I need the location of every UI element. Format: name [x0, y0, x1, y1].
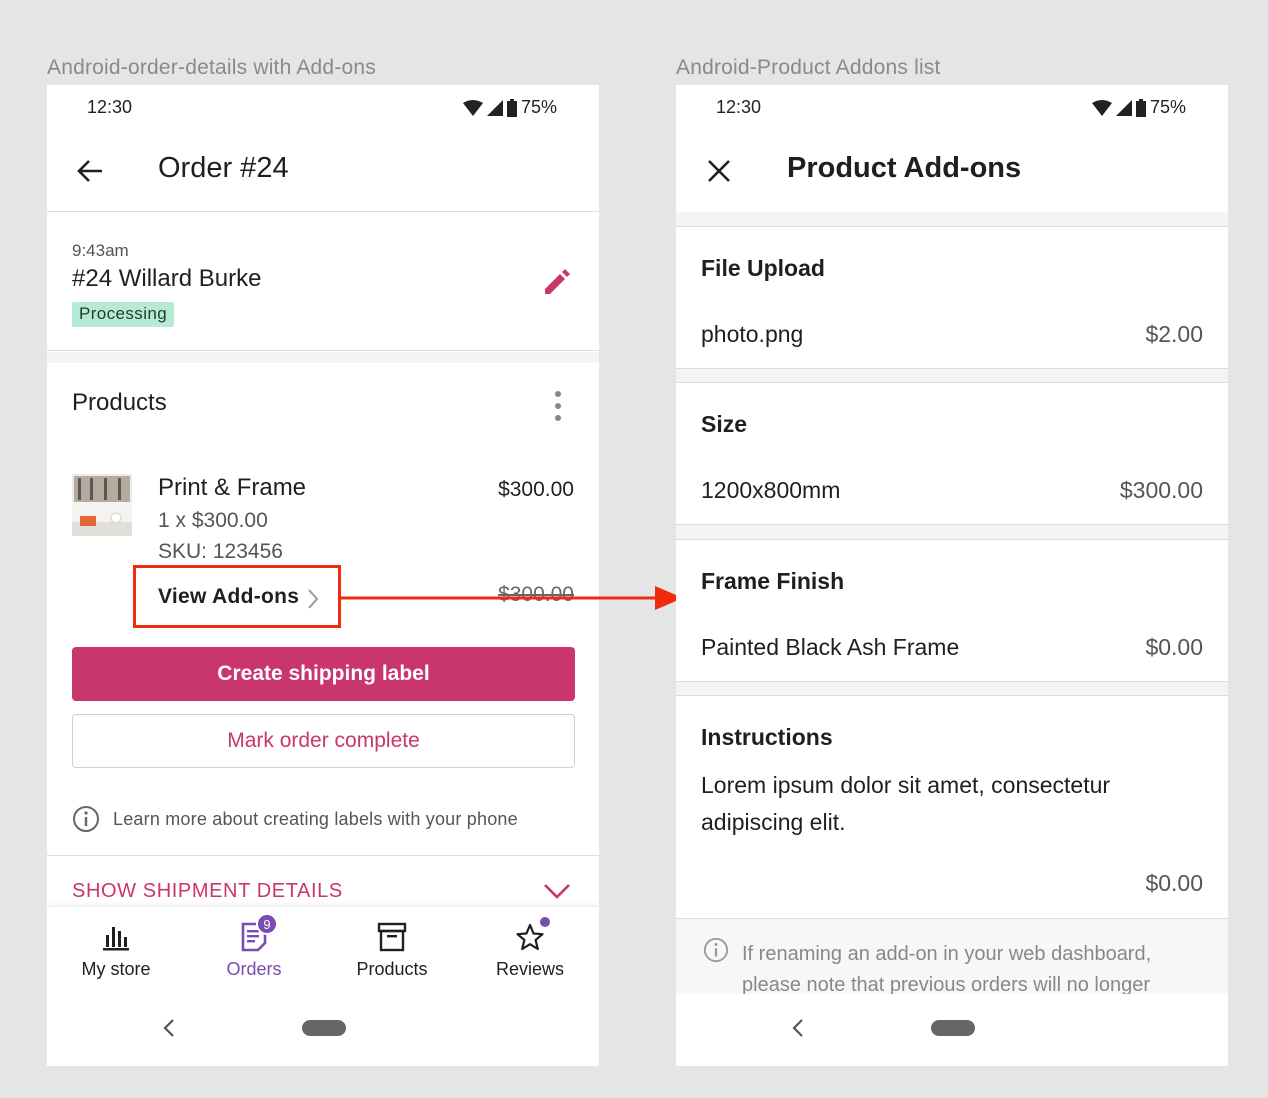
product-name: Print & Frame	[158, 474, 307, 501]
battery-icon	[506, 98, 517, 117]
app-bar: Order #24	[47, 130, 599, 212]
product-total: $300.00	[498, 478, 574, 501]
system-navigation	[676, 994, 1228, 1066]
nav-label: Orders	[226, 959, 282, 979]
signal-icon	[1115, 99, 1132, 116]
create-shipping-label-button[interactable]: Create shipping label	[72, 647, 575, 701]
nav-label: Products	[356, 959, 428, 979]
wifi-icon	[462, 99, 483, 116]
show-shipment-details-label: SHOW SHIPMENT DETAILS	[72, 880, 343, 902]
more-vertical-icon[interactable]	[553, 390, 563, 422]
bottom-navigation: My store 9 Orders Products Reviews	[47, 907, 599, 995]
product-thumbnail	[72, 474, 132, 536]
wifi-icon	[1091, 99, 1112, 116]
nav-label: Reviews	[495, 959, 565, 979]
battery-percent: 75%	[520, 97, 557, 117]
status-badge: Processing	[72, 302, 175, 327]
order-header: 9:43am #24 Willard Burke Processing	[47, 213, 599, 351]
unread-dot	[540, 917, 550, 927]
orders-badge: 9	[256, 913, 278, 935]
addon-name: Size	[701, 411, 748, 437]
status-time: 12:30	[87, 97, 133, 117]
addon-value: photo.png	[701, 321, 804, 347]
nav-products[interactable]: Products	[323, 921, 461, 980]
app-bar: Product Add-ons	[676, 130, 1228, 212]
system-back-icon[interactable]	[162, 1018, 176, 1038]
bar-chart-icon	[103, 927, 129, 951]
rename-notice: If renaming an add-on in your web dashbo…	[676, 919, 1228, 996]
info-icon	[73, 806, 99, 832]
reviews-icon-wrap	[514, 917, 550, 953]
view-addons-label: View Add-ons	[158, 585, 300, 608]
battery-icon	[1135, 98, 1146, 117]
addon-card-frame-finish: Frame Finish Painted Black Ash Frame $0.…	[676, 539, 1228, 682]
product-quantity: 1 x $300.00	[158, 509, 268, 532]
products-section-title: Products	[72, 389, 167, 416]
show-shipment-details-row[interactable]: SHOW SHIPMENT DETAILS	[47, 855, 599, 915]
system-back-icon[interactable]	[791, 1018, 805, 1038]
product-addons-screen: 12:30 75% Product Add-ons File Upload ph…	[676, 85, 1228, 1066]
info-icon	[703, 937, 729, 963]
arrow-connector	[338, 586, 683, 610]
home-pill[interactable]	[302, 1020, 346, 1036]
addon-name: File Upload	[701, 255, 825, 281]
addon-price: $0.00	[1145, 634, 1203, 660]
addon-card-size: Size 1200x800mm $300.00	[676, 382, 1228, 525]
chevron-down-icon	[544, 884, 570, 899]
order-time: 9:43am	[72, 241, 129, 260]
addon-price: $0.00	[1145, 870, 1203, 896]
orders-icon-wrap: 9	[238, 913, 278, 953]
back-arrow-icon[interactable]	[75, 156, 105, 186]
addon-value: Lorem ipsum dolor sit amet, consectetur …	[701, 772, 1111, 835]
nav-my-store[interactable]: My store	[47, 921, 185, 980]
page-title: Product Add-ons	[787, 152, 1022, 184]
section-divider	[47, 352, 599, 363]
pencil-icon[interactable]	[540, 265, 574, 299]
status-time: 12:30	[716, 97, 762, 117]
status-bar: 12:30 75%	[676, 85, 1228, 130]
print-frame-image	[72, 474, 132, 536]
status-icons: 75%	[462, 97, 557, 118]
learn-more-text: Learn more about creating labels with yo…	[113, 808, 518, 829]
page-title: Order #24	[158, 152, 289, 184]
close-icon[interactable]	[704, 156, 734, 186]
product-sku: SKU: 123456	[158, 540, 283, 563]
addon-card-instructions: Instructions Lorem ipsum dolor sit amet,…	[676, 695, 1228, 919]
addon-name: Frame Finish	[701, 568, 845, 594]
order-details-screen: 12:30 75% Order #24 9:43am #24 Willard B…	[47, 85, 599, 1066]
view-addons-button[interactable]: View Add-ons	[133, 565, 341, 628]
order-customer-name: #24 Willard Burke	[72, 265, 262, 292]
status-bar: 12:30 75%	[47, 85, 599, 130]
signal-icon	[486, 99, 503, 116]
addon-value: 1200x800mm	[701, 477, 841, 503]
archive-box-icon	[377, 922, 407, 952]
nav-reviews[interactable]: Reviews	[461, 917, 599, 980]
battery-percent: 75%	[1149, 97, 1186, 117]
right-frame-label: Android-Product Addons list	[676, 56, 941, 79]
addon-value: Painted Black Ash Frame	[701, 634, 960, 660]
addon-name: Instructions	[701, 724, 833, 750]
nav-label: My store	[81, 959, 151, 979]
nav-orders[interactable]: 9 Orders	[185, 913, 323, 980]
addon-price: $2.00	[1145, 321, 1203, 347]
system-navigation	[47, 994, 599, 1066]
home-pill[interactable]	[931, 1020, 975, 1036]
status-icons: 75%	[1091, 97, 1186, 118]
chevron-right-icon	[308, 589, 319, 609]
mark-order-complete-button[interactable]: Mark order complete	[72, 714, 575, 768]
learn-more-link[interactable]: Learn more about creating labels with yo…	[72, 805, 518, 833]
addon-card-file-upload: File Upload photo.png $2.00	[676, 226, 1228, 369]
rename-notice-text: If renaming an add-on in your web dashbo…	[742, 943, 1152, 996]
addon-price: $300.00	[1119, 477, 1203, 503]
left-frame-label: Android-order-details with Add-ons	[47, 56, 376, 79]
